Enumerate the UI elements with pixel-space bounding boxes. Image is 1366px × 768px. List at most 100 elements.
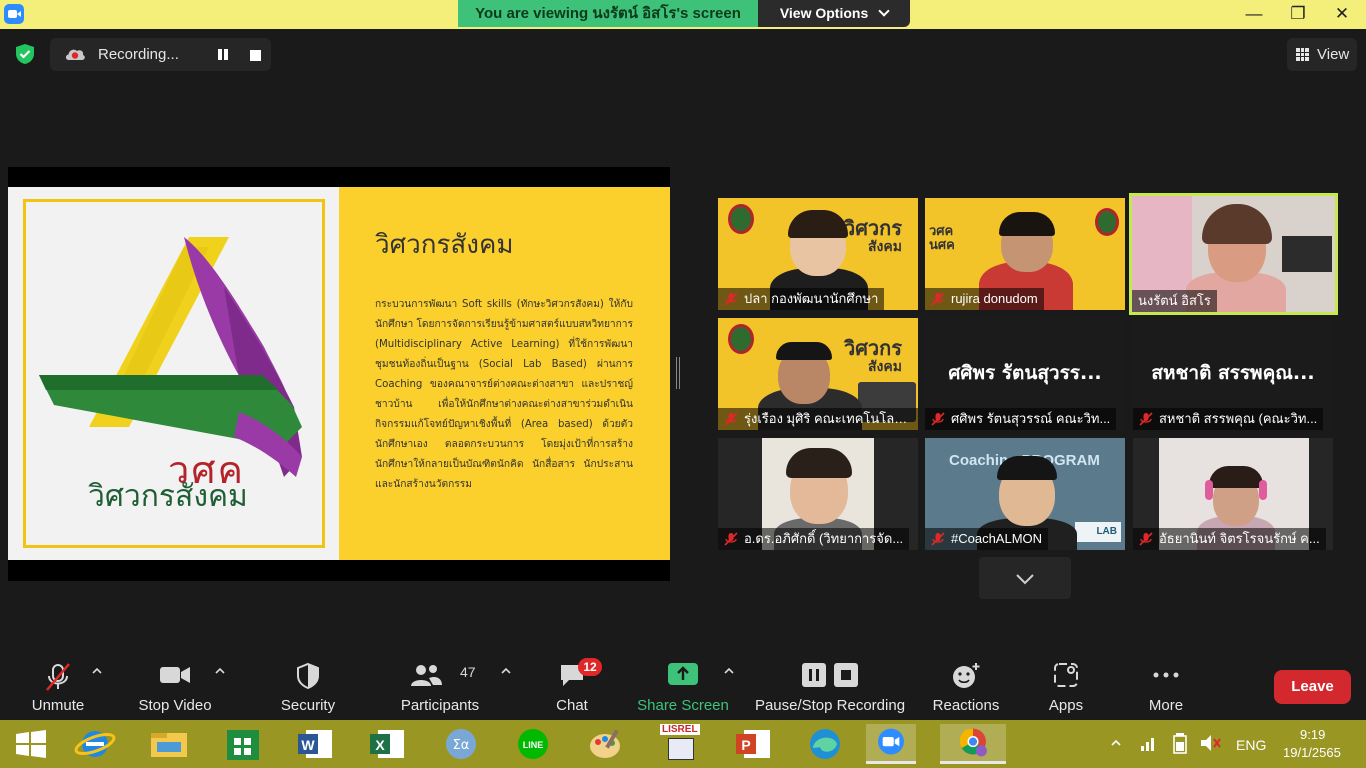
line-app-icon[interactable]: LINE bbox=[508, 724, 558, 764]
video-tile[interactable]: Coaching PROGRAM for LAB #CoachALMON bbox=[925, 438, 1125, 550]
muted-mic-icon bbox=[931, 412, 945, 426]
apps-button[interactable]: Apps bbox=[1034, 652, 1098, 720]
view-label: View bbox=[1317, 46, 1350, 63]
zoom-taskbar-icon[interactable] bbox=[866, 724, 916, 764]
participant-hair bbox=[997, 456, 1057, 480]
microsoft-store-icon[interactable] bbox=[218, 724, 268, 764]
encryption-shield-icon[interactable] bbox=[14, 43, 36, 65]
gallery-next-page-button[interactable] bbox=[979, 557, 1071, 599]
powerpoint-icon[interactable]: P bbox=[728, 724, 778, 764]
view-options-button[interactable]: View Options bbox=[758, 0, 910, 27]
math-app-icon[interactable]: Σα bbox=[436, 724, 486, 764]
participant-name: รุ่งเรือง มุศิริ คณะเทคโนโลยี... bbox=[718, 408, 918, 430]
muted-mic-icon bbox=[724, 292, 738, 306]
more-button[interactable]: More bbox=[1134, 652, 1198, 720]
microsoft-word-icon[interactable]: W bbox=[290, 724, 340, 764]
presentation-slide: วศค วิศวกรสังคม วิศวกรสังคม กระบวนการพัฒ… bbox=[8, 187, 670, 560]
close-button[interactable]: ✕ bbox=[1320, 0, 1364, 27]
smiley-plus-icon bbox=[953, 663, 980, 688]
video-tile-camera-off[interactable]: ศศิพร รัตนสุวรร... ศศิพร รัตนสุวรรณ์ คณะ… bbox=[925, 318, 1125, 430]
stop-video-button[interactable]: Stop Video bbox=[132, 652, 218, 720]
participant-name: ปลา กองพัฒนานักศึกษา bbox=[718, 288, 885, 310]
participants-button[interactable]: 47 Participants bbox=[396, 652, 484, 720]
network-signal-icon[interactable] bbox=[1140, 734, 1158, 752]
video-tile[interactable]: วิศวกร สังคม รุ่งเรือง มุศิริ คณะเทคโนโล… bbox=[718, 318, 918, 430]
chat-button[interactable]: 12 Chat bbox=[540, 652, 604, 720]
windows-taskbar: W X Σα LINE LISREL P ENG 9:19 19/1/2565 bbox=[0, 720, 1366, 768]
clock-time[interactable]: 9:19 bbox=[1300, 727, 1325, 742]
more-label: More bbox=[1148, 697, 1184, 714]
video-tile[interactable]: วศค นศค rujira donudom bbox=[925, 198, 1125, 310]
participant-name: ศศิพร รัตนสุวรรณ์ คณะวิท... bbox=[925, 408, 1117, 430]
participant-hair bbox=[786, 448, 852, 478]
security-shield-icon bbox=[297, 662, 319, 690]
clock-date[interactable]: 19/1/2565 bbox=[1283, 745, 1341, 760]
video-tile-camera-off[interactable]: สหชาติ สรรพคุณ... สหชาติ สรรพคุณ (คณะวิท… bbox=[1133, 318, 1333, 430]
minimize-button[interactable]: — bbox=[1232, 0, 1276, 27]
file-explorer-icon[interactable] bbox=[144, 724, 194, 764]
stop-recording-icon[interactable] bbox=[250, 50, 261, 61]
participant-name-large: สหชาติ สรรพคุณ... bbox=[1151, 362, 1315, 384]
active-speaker-tile[interactable]: นงรัตน์ อิสโร bbox=[1129, 193, 1338, 315]
university-emblem-icon bbox=[728, 324, 754, 354]
unmute-button[interactable]: Unmute bbox=[20, 652, 96, 720]
microsoft-excel-icon[interactable]: X bbox=[362, 724, 412, 764]
share-screen-button[interactable]: Share Screen bbox=[636, 652, 730, 720]
chevron-down-icon bbox=[1016, 574, 1034, 585]
slide-body-text: กระบวนการพัฒนา Soft skills (ทักษะวิศวกรส… bbox=[375, 299, 633, 490]
security-button[interactable]: Security bbox=[270, 652, 346, 720]
slide-title: วิศวกรสังคม bbox=[375, 230, 514, 260]
muted-mic-icon bbox=[1139, 532, 1153, 546]
input-language[interactable]: ENG bbox=[1236, 737, 1266, 753]
recording-indicator: Recording... bbox=[50, 38, 271, 71]
speaker-muted-icon[interactable] bbox=[1200, 734, 1222, 752]
audio-options-caret-icon[interactable] bbox=[91, 666, 103, 676]
muted-mic-icon bbox=[724, 412, 738, 426]
zoom-app-icon bbox=[4, 4, 24, 24]
svg-text:W: W bbox=[301, 737, 315, 753]
recording-label: Recording... bbox=[98, 46, 179, 63]
apps-icon bbox=[1054, 663, 1078, 687]
pause-stop-recording-icon bbox=[802, 663, 858, 687]
share-options-caret-icon[interactable] bbox=[723, 666, 735, 676]
share-screen-icon bbox=[668, 663, 698, 685]
tile-slide-text: วศค นศค bbox=[929, 223, 955, 252]
participants-label: Participants bbox=[400, 697, 480, 714]
video-tile[interactable]: วิศวกร สังคม ปลา กองพัฒนานักศึกษา bbox=[718, 198, 918, 310]
windows-start-icon[interactable] bbox=[6, 724, 56, 764]
video-tile[interactable]: อัธยานินท์ จิตรโรจนรักษ์ ค... bbox=[1133, 438, 1333, 550]
reactions-button[interactable]: Reactions bbox=[928, 652, 1004, 720]
pause-recording-icon[interactable] bbox=[216, 48, 230, 62]
show-hidden-icons-icon[interactable] bbox=[1110, 738, 1122, 748]
video-camera-icon bbox=[160, 667, 190, 683]
participant-name: rujira donudom bbox=[925, 288, 1044, 310]
participants-options-caret-icon[interactable] bbox=[500, 666, 512, 676]
video-options-caret-icon[interactable] bbox=[214, 666, 226, 676]
participant-name: สหชาติ สรรพคุณ (คณะวิท... bbox=[1133, 408, 1324, 430]
video-tile[interactable]: อ.ดร.อภิศักดิ์ (วิทยาการจัด... bbox=[718, 438, 918, 550]
participant-name: นงรัตน์ อิสโร bbox=[1132, 290, 1217, 312]
university-emblem-icon bbox=[1095, 208, 1119, 236]
headphones bbox=[1259, 480, 1267, 500]
more-dots-icon bbox=[1153, 672, 1179, 678]
participant-hair bbox=[788, 210, 848, 238]
leave-meeting-button[interactable]: Leave bbox=[1274, 670, 1351, 704]
edge-browser-icon[interactable] bbox=[800, 724, 850, 764]
participant-hair bbox=[1202, 204, 1272, 244]
lisrel-app-icon[interactable]: LISREL bbox=[656, 724, 706, 764]
paint-app-icon[interactable] bbox=[580, 724, 630, 764]
internet-explorer-icon[interactable] bbox=[70, 724, 120, 764]
participant-name: อัธยานินท์ จิตรโรจนรักษ์ ค... bbox=[1133, 528, 1326, 550]
view-layout-button[interactable]: View bbox=[1287, 38, 1357, 71]
tile-slide-subtext: สังคม bbox=[868, 238, 902, 254]
participants-count: 47 bbox=[460, 664, 476, 680]
restore-button[interactable]: ❐ bbox=[1276, 0, 1320, 27]
pause-stop-recording-button[interactable]: Pause/Stop Recording bbox=[752, 652, 908, 720]
chrome-taskbar-icon[interactable] bbox=[940, 724, 1006, 764]
resize-handle[interactable] bbox=[676, 357, 680, 389]
battery-icon[interactable] bbox=[1172, 732, 1188, 754]
stop-video-label: Stop Video bbox=[138, 697, 212, 714]
headphones bbox=[1205, 480, 1213, 500]
participant-name: #CoachALMON bbox=[925, 528, 1049, 550]
svg-text:X: X bbox=[375, 737, 385, 753]
